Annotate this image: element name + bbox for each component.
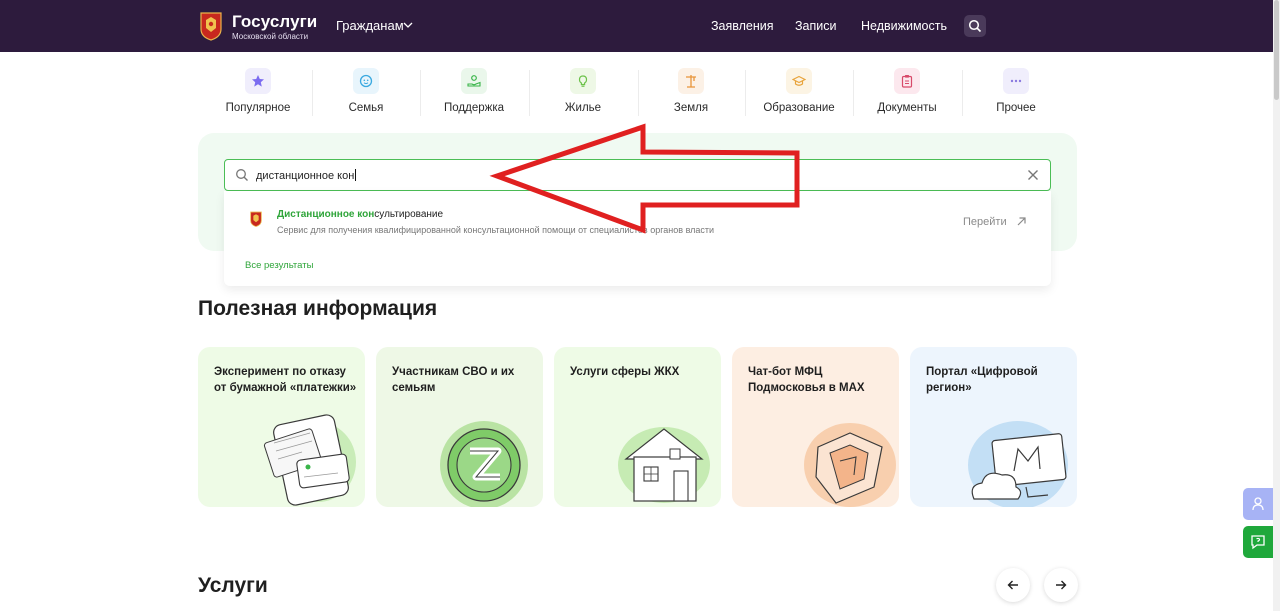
arrow-right-icon (1056, 580, 1067, 590)
search-icon (236, 169, 248, 181)
suggestion-go-link[interactable]: Перейти (963, 216, 1007, 228)
category-label: Популярное (225, 102, 291, 114)
category-label: Жилье (564, 102, 602, 114)
category-popular[interactable]: Популярное (203, 68, 313, 118)
search-input[interactable]: дистанционное кон (224, 159, 1051, 191)
info-card-chatbot[interactable]: Чат-бот МФЦ Подмосковья в MAX (732, 347, 899, 507)
search-icon (968, 19, 982, 33)
next-button[interactable] (1044, 568, 1078, 602)
page-scrollbar[interactable] (1273, 0, 1280, 611)
category-documents[interactable]: Документы (852, 68, 962, 118)
category-other[interactable]: Прочее (961, 68, 1071, 118)
category-family[interactable]: Семья (311, 68, 421, 118)
nav-applications[interactable]: Заявления (711, 19, 774, 33)
suggestion-description: Сервис для получения квалифицированной к… (277, 225, 715, 235)
category-land[interactable]: Земля (636, 68, 746, 118)
prev-button[interactable] (996, 568, 1030, 602)
scrollbar-thumb[interactable] (1274, 0, 1279, 100)
category-label: Прочее (996, 102, 1036, 114)
close-icon[interactable] (1027, 169, 1039, 181)
crane-icon (678, 68, 704, 94)
category-label: Поддержка (444, 102, 504, 114)
category-label: Земля (673, 102, 709, 114)
clipboard-icon (894, 68, 920, 94)
category-label: Документы (877, 102, 937, 114)
arrow-up-right-icon[interactable] (1016, 216, 1027, 227)
services-title: Услуги (198, 574, 268, 597)
category-label: Семья (348, 102, 384, 114)
help-chat-icon (1251, 535, 1265, 550)
nav-appointments[interactable]: Записи (795, 19, 837, 33)
hand-support-icon (461, 68, 487, 94)
text-caret (355, 169, 357, 181)
accessibility-widget[interactable] (1243, 488, 1273, 520)
chevron-down-icon[interactable] (403, 20, 413, 30)
useful-info-title: Полезная информация (198, 297, 438, 320)
search-suggestions: Дистанционное консультирование Сервис дл… (224, 191, 1051, 286)
top-header: Госуслуги Московской области Гражданам З… (0, 0, 1273, 52)
arrow-left-icon (1007, 580, 1018, 590)
all-results-link[interactable]: Все результаты (245, 260, 313, 271)
category-housing[interactable]: Жилье (528, 68, 638, 118)
graduation-cap-icon (786, 68, 812, 94)
bulb-icon (570, 68, 596, 94)
moscow-region-emblem-icon[interactable] (199, 11, 223, 41)
info-card-housing-services[interactable]: Услуги сферы ЖКХ (554, 347, 721, 507)
dots-icon (1003, 68, 1029, 94)
support-chat-widget[interactable] (1243, 526, 1273, 558)
baby-icon (353, 68, 379, 94)
chat-logo-illustration-icon (804, 423, 896, 507)
page: Госуслуги Московской области Гражданам З… (0, 0, 1280, 611)
house-illustration-icon (618, 427, 710, 503)
suggestion-title[interactable]: Дистанционное консультирование (277, 209, 443, 220)
audience-selector[interactable]: Гражданам (336, 18, 404, 33)
info-card-paperless[interactable]: Эксперимент по отказу от бумажной «плате… (198, 347, 365, 507)
monitor-cloud-illustration-icon (968, 421, 1068, 507)
z-badge-illustration-icon (440, 421, 528, 507)
phone-card-illustration-icon (263, 414, 356, 506)
nav-real-estate[interactable]: Недвижимость (861, 19, 947, 33)
category-support[interactable]: Поддержка (419, 68, 529, 118)
info-card-digital-region[interactable]: Портал «Цифровой регион» (910, 347, 1077, 507)
info-card-svo[interactable]: Участникам СВО и их семьям (376, 347, 543, 507)
logo-subtitle: Московской области (232, 32, 309, 41)
category-education[interactable]: Образование (744, 68, 854, 118)
header-search-button[interactable] (964, 15, 986, 37)
category-label: Образование (763, 102, 835, 114)
search-input-text[interactable]: дистанционное кон (256, 169, 357, 182)
logo-title[interactable]: Госуслуги (232, 12, 317, 32)
star-icon (245, 68, 271, 94)
robot-icon (1252, 497, 1264, 511)
moscow-region-emblem-icon (250, 211, 262, 227)
